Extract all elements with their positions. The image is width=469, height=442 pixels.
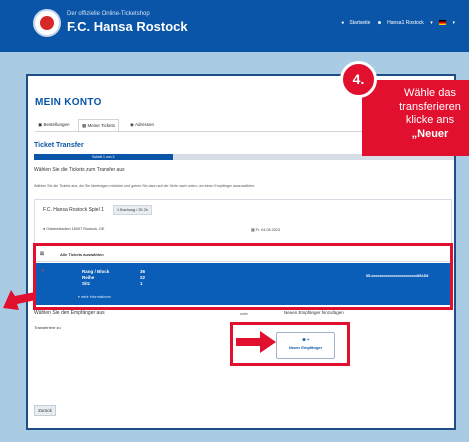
recipient-select-label: Wählen Sie den Empfänger aus xyxy=(34,310,105,316)
language-flag-icon[interactable] xyxy=(439,20,447,26)
event-badge: 1 Buchung / 25 2h xyxy=(113,205,152,215)
progress-fill: Schritt 1 von 3 xyxy=(34,154,173,160)
new-recipient-heading: Neuen Empfänger hinzufügen xyxy=(284,310,344,315)
step-number-badge: 4. xyxy=(340,61,377,98)
instruction-line-4: „Neuer xyxy=(411,127,449,140)
event-panel: F.C. Hansa Rostock Spiel 1 1 Buchung / 2… xyxy=(34,199,452,245)
nav-link-account[interactable]: Hansa1 Rostock xyxy=(387,20,424,26)
nav-link-home[interactable]: Startseite xyxy=(349,20,370,26)
step-title: Wählen Sie die Tickets zum Transfer aus xyxy=(34,167,125,173)
top-nav-links: ● Startseite ☻ Hansa1 Rostock ▾ ▾ xyxy=(336,20,455,26)
pointer-arrow-icon xyxy=(236,331,276,353)
map-pin-icon: ● xyxy=(43,227,46,231)
instruction-line-3: klicke ans xyxy=(405,114,455,126)
event-title: F.C. Hansa Rostock Spiel 1 xyxy=(43,207,104,213)
top-navigation-bar: Der offizielle Online-Ticketshop F.C. Ha… xyxy=(0,0,469,52)
ticket-icon: ▩ xyxy=(82,123,87,128)
tab-addresses[interactable]: ◉ Adressen xyxy=(127,119,157,131)
tab-orders[interactable]: ▣ Bestellungen xyxy=(35,119,73,131)
instruction-text: Wähle das transferieren klicke ans „Neue… xyxy=(370,87,469,141)
instruction-line-1: Wähle das xyxy=(404,87,456,99)
shop-subtitle: Der offizielle Online-Ticketshop xyxy=(67,11,150,17)
calendar-icon: ▦ xyxy=(251,228,255,232)
page-title: MEIN KONTO xyxy=(35,97,102,108)
user-icon: ☻ xyxy=(376,20,383,26)
highlight-ticket-selection xyxy=(33,243,453,310)
progress-label: Schritt 1 von 3 xyxy=(92,154,115,159)
chevron-down-icon: ▾ xyxy=(452,20,455,26)
pointer-arrow-icon xyxy=(3,290,36,310)
transfer-to-label: Transferiere zu xyxy=(34,325,61,330)
home-icon: ● xyxy=(341,20,345,26)
cart-icon: ▣ xyxy=(38,122,43,127)
club-logo-icon[interactable] xyxy=(33,9,61,37)
back-button[interactable]: Zurück xyxy=(34,405,56,416)
or-separator: oder xyxy=(240,311,249,316)
instruction-callout: Wähle das transferieren klicke ans „Neue… xyxy=(362,80,469,156)
event-date: ▦ Fr. 04.08.2023 xyxy=(251,228,281,232)
event-venue: ● Ostseestadion 18057 Rostock, DE xyxy=(43,227,105,231)
location-icon: ◉ xyxy=(130,122,134,127)
shop-title[interactable]: F.C. Hansa Rostock xyxy=(67,19,188,34)
instruction-line-2: transferieren xyxy=(399,100,461,113)
step-hint: Wählen Sie die Tickets aus, die Sie über… xyxy=(34,184,255,188)
chevron-down-icon: ▾ xyxy=(430,20,433,26)
section-title: Ticket Transfer xyxy=(34,142,84,149)
